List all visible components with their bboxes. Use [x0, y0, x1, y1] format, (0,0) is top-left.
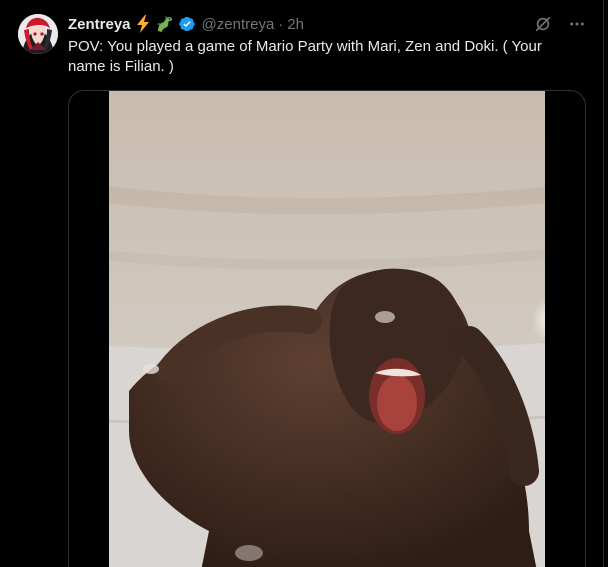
lightning-emoji: [135, 15, 151, 33]
grok-icon[interactable]: [533, 14, 553, 34]
tweet[interactable]: Zentreya @zentreya · 2h POV: You played …: [0, 0, 603, 567]
tweet-text: POV: You played a game of Mario Party wi…: [68, 38, 542, 75]
post-frame: Zentreya @zentreya · 2h POV: You played …: [0, 0, 604, 567]
video-thumbnail[interactable]: [109, 91, 545, 567]
media-container[interactable]: [68, 90, 586, 567]
timestamp[interactable]: 2h: [287, 16, 304, 33]
dragon-emoji: [155, 15, 173, 33]
avatar[interactable]: [18, 14, 58, 54]
verified-badge-icon[interactable]: [178, 15, 196, 33]
tweet-header: Zentreya @zentreya · 2h: [68, 13, 587, 35]
display-name[interactable]: Zentreya: [68, 16, 131, 33]
separator-dot: ·: [278, 15, 284, 33]
more-icon[interactable]: [567, 14, 587, 34]
header-actions: [533, 14, 587, 34]
user-handle[interactable]: @zentreya: [202, 16, 275, 33]
